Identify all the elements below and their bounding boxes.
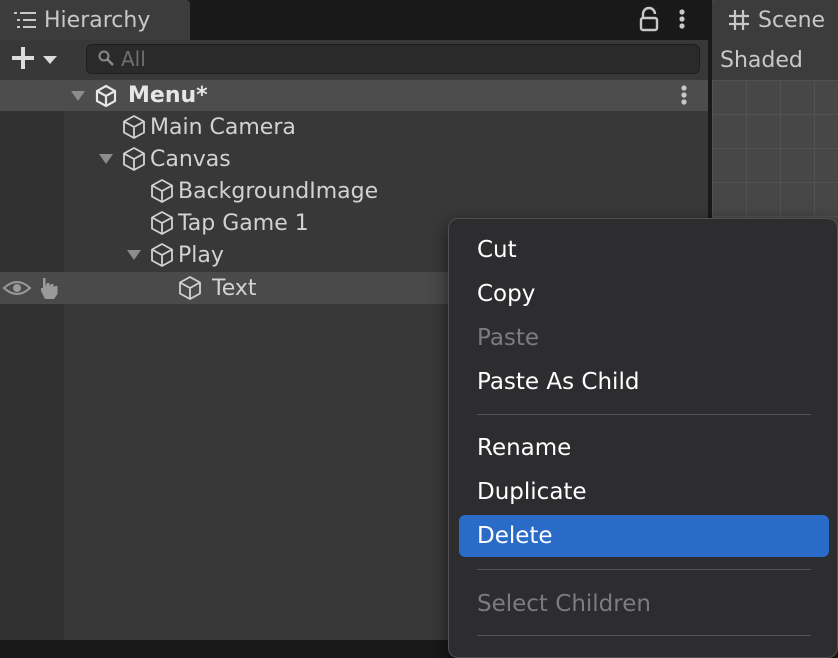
hierarchy-tab[interactable]: Hierarchy xyxy=(0,0,190,40)
scene-name: Menu* xyxy=(128,83,208,108)
hierarchy-gutter xyxy=(0,111,64,640)
menu-separator xyxy=(477,635,811,636)
gameobject-cube-icon xyxy=(148,241,176,269)
visibility-eye-icon[interactable] xyxy=(2,276,32,304)
menu-item-paste: Paste xyxy=(477,325,540,351)
search-field[interactable] xyxy=(86,44,700,74)
hierarchy-item-label: Main Camera xyxy=(150,114,296,140)
gameobject-cube-icon xyxy=(176,274,204,302)
unity-logo-icon xyxy=(92,82,120,110)
scene-kebab-menu-icon[interactable] xyxy=(674,83,694,113)
lock-icon[interactable] xyxy=(636,6,662,32)
gameobject-cube-icon xyxy=(120,113,148,141)
hierarchy-item-tap-game-1[interactable]: Tap Game 1 xyxy=(120,207,309,239)
context-menu: Cut Copy Paste Paste As Child Rename Dup… xyxy=(448,218,838,658)
menu-item-copy[interactable]: Copy xyxy=(459,275,829,313)
scene-header-row[interactable]: Menu* xyxy=(0,80,708,111)
kebab-menu-icon[interactable] xyxy=(672,6,692,34)
dropdown-arrow-icon xyxy=(42,51,58,70)
plus-icon xyxy=(10,45,36,75)
gameobject-cube-icon xyxy=(148,209,176,237)
gameobject-cube-icon xyxy=(120,145,148,173)
hierarchy-tab-label: Hierarchy xyxy=(44,7,151,33)
scene-tab[interactable]: Scene xyxy=(712,0,838,40)
hierarchy-toolbar xyxy=(0,40,708,81)
gameobject-cube-icon xyxy=(148,177,176,205)
hierarchy-tab-bar: Hierarchy xyxy=(0,0,708,40)
hierarchy-item-canvas[interactable]: Canvas xyxy=(92,143,231,175)
menu-item-rename[interactable]: Rename xyxy=(459,429,829,467)
hierarchy-item-label: Tap Game 1 xyxy=(178,210,309,236)
create-object-button[interactable] xyxy=(10,44,64,76)
hierarchy-item-label: Text xyxy=(212,275,257,301)
search-input[interactable] xyxy=(121,47,681,71)
scene-tab-label: Scene xyxy=(758,7,826,33)
menu-item-duplicate[interactable]: Duplicate xyxy=(459,473,829,511)
hierarchy-item-label: Canvas xyxy=(150,146,231,172)
hierarchy-item-backgroundimage[interactable]: BackgroundImage xyxy=(120,175,378,207)
scene-toolbar: Shaded xyxy=(712,40,838,80)
foldout-arrow-icon[interactable] xyxy=(64,89,92,103)
hierarchy-item-label: Play xyxy=(178,242,224,268)
foldout-arrow-icon[interactable] xyxy=(92,152,120,166)
pickable-hand-icon[interactable] xyxy=(36,275,62,305)
menu-separator xyxy=(477,414,811,415)
menu-item-delete[interactable]: Delete xyxy=(459,515,829,557)
foldout-arrow-icon[interactable] xyxy=(120,248,148,262)
hierarchy-item-main-camera[interactable]: Main Camera xyxy=(92,111,296,143)
shading-mode-dropdown[interactable]: Shaded xyxy=(720,48,803,73)
menu-separator xyxy=(477,569,811,570)
grid-icon xyxy=(728,9,750,31)
search-icon xyxy=(97,49,117,69)
menu-item-select-children: Select Children xyxy=(477,591,651,617)
menu-item-cut[interactable]: Cut xyxy=(459,231,829,269)
menu-item-paste-as-child[interactable]: Paste As Child xyxy=(459,363,829,401)
hierarchy-item-play[interactable]: Play xyxy=(120,239,224,271)
hierarchy-item-label: BackgroundImage xyxy=(178,178,379,204)
list-icon xyxy=(14,11,38,29)
